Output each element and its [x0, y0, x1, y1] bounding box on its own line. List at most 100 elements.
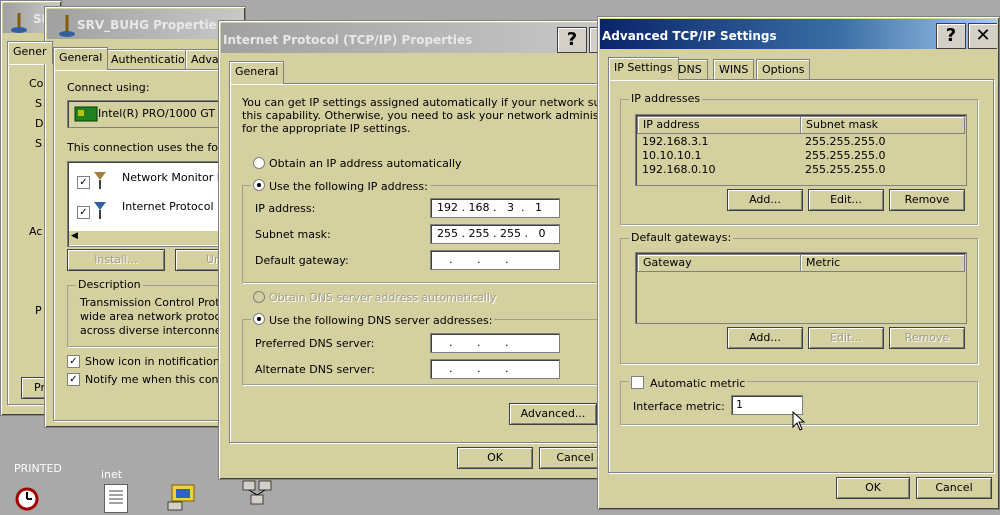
network-card-icon	[74, 106, 98, 122]
label-p: P	[35, 304, 42, 317]
table-row-ip[interactable]: 192.168.0.10	[642, 163, 715, 176]
use-following-ip-option[interactable]: Use the following IP address:	[251, 178, 430, 193]
automatic-metric-checkbox[interactable]	[631, 376, 644, 389]
document-icon[interactable]	[104, 484, 128, 513]
notify-checkbox[interactable]: ✓	[67, 373, 80, 386]
group-label-activity: Ac	[29, 225, 43, 238]
obtain-ip-auto-radio[interactable]	[253, 157, 265, 169]
clock-icon[interactable]	[14, 486, 40, 511]
gw-add-button-label: Add...	[749, 331, 781, 344]
network-connection-icon	[57, 13, 77, 37]
protocol-icon	[92, 170, 108, 190]
column-header-label: Gateway	[643, 256, 692, 269]
ip-add-button-label: Add...	[749, 193, 781, 206]
close-button[interactable]: ✕	[968, 23, 997, 49]
desktop-icon-label-inet: inet	[101, 468, 123, 481]
default-gateway-label: Default gateway:	[255, 254, 349, 267]
use-following-dns-label: Use the following DNS server addresses:	[269, 314, 493, 327]
table-row-mask[interactable]: 255.255.255.0	[805, 149, 885, 162]
subnet-mask-label: Subnet mask:	[255, 228, 331, 241]
tab-options-label: Options	[762, 63, 805, 76]
use-following-dns-radio[interactable]	[253, 313, 265, 325]
column-header-subnet-mask[interactable]: Subnet mask	[800, 116, 965, 134]
component-checkbox[interactable]: ✓	[77, 206, 90, 219]
automatic-metric-option[interactable]: Automatic metric	[629, 374, 748, 390]
cancel-button-label: Cancel	[556, 451, 594, 464]
component-checkbox[interactable]: ✓	[77, 176, 90, 189]
window-title: SRV_BUHG Properties	[77, 18, 224, 32]
help-button[interactable]: ?	[557, 27, 587, 53]
advanced-tcpip-settings-window: Advanced TCP/IP Settings ? ✕ IP Settings…	[597, 16, 1000, 510]
tab-wins[interactable]: WINS	[713, 59, 755, 80]
column-header-label: IP address	[643, 118, 700, 131]
cancel-button-label: Cancel	[935, 481, 973, 494]
table-row-ip[interactable]: 10.10.10.1	[642, 149, 701, 162]
preferred-dns-field[interactable]: . . .	[430, 333, 560, 353]
ok-button[interactable]: OK	[836, 477, 910, 499]
tcpip-properties-window: Internet Protocol (TCP/IP) Properties ? …	[218, 20, 636, 480]
subnet-mask-field[interactable]: 255 . 255 . 255 . 0	[430, 224, 560, 244]
default-gateways-list[interactable]: Gateway Metric	[635, 252, 967, 324]
table-row-mask[interactable]: 255.255.255.0	[805, 135, 885, 148]
network-computers-icon[interactable]	[240, 478, 274, 511]
table-row-mask[interactable]: 255.255.255.0	[805, 163, 885, 176]
column-header-ip-address[interactable]: IP address	[637, 116, 801, 134]
obtain-dns-auto-label[interactable]: Obtain DNS server address automatically	[269, 291, 496, 304]
show-icon-checkbox[interactable]: ✓	[67, 355, 80, 368]
ip-address-label: IP address:	[255, 202, 316, 215]
tab-ip-settings[interactable]: IP Settings	[608, 57, 679, 80]
ip-address-field[interactable]: 192 . 168 . 3 . 1	[430, 198, 560, 218]
title-bar[interactable]: Advanced TCP/IP Settings ? ✕	[600, 19, 997, 49]
ip-remove-button-label: Remove	[904, 193, 950, 206]
ip-remove-button[interactable]: Remove	[889, 189, 965, 211]
interface-metric-label: Interface metric:	[633, 400, 725, 413]
desktop: PRINTED inet SR Gener Co S D S Ac P Pr S…	[0, 0, 1000, 513]
advanced-button[interactable]: Advanced...	[509, 403, 597, 425]
default-gateway-value: . . .	[449, 253, 509, 266]
tab-general[interactable]: Gener	[7, 41, 53, 64]
tab-wins-label: WINS	[719, 63, 749, 76]
default-gateway-field[interactable]: . . .	[430, 250, 560, 270]
tab-general-label: Gener	[13, 45, 47, 58]
tab-general-label: General	[59, 51, 103, 64]
help-button[interactable]: ?	[936, 23, 966, 49]
table-row-ip[interactable]: 192.168.3.1	[642, 135, 708, 148]
alternate-dns-label: Alternate DNS server:	[255, 363, 375, 376]
use-following-dns-option[interactable]: Use the following DNS server addresses:	[251, 312, 495, 327]
column-header-metric[interactable]: Metric	[800, 254, 965, 272]
use-following-ip-radio[interactable]	[253, 179, 265, 191]
desktop-icon-label-printed: PRINTED	[14, 462, 62, 475]
use-following-ip-label: Use the following IP address:	[269, 180, 428, 193]
ok-button[interactable]: OK	[457, 447, 533, 469]
column-header-gateway[interactable]: Gateway	[637, 254, 801, 272]
gw-remove-button[interactable]: Remove	[889, 327, 965, 349]
ip-addresses-group-label: IP addresses	[629, 92, 703, 105]
ip-add-button[interactable]: Add...	[727, 189, 803, 211]
tab-authentication[interactable]: Authentication	[105, 49, 198, 70]
obtain-ip-auto-label[interactable]: Obtain an IP address automatically	[269, 157, 462, 170]
gw-edit-button[interactable]: Edit...	[808, 327, 884, 349]
obtain-dns-auto-radio[interactable]	[253, 291, 265, 303]
tab-general[interactable]: General	[53, 47, 109, 70]
scroll-left-icon[interactable]: ◀	[71, 231, 78, 241]
install-button[interactable]: Install...	[67, 249, 165, 271]
tab-ip-settings-label: IP Settings	[614, 61, 673, 74]
label-d: D	[35, 117, 44, 130]
network-folder-icon[interactable]	[166, 482, 198, 511]
column-header-label: Subnet mask	[806, 118, 879, 131]
tab-options[interactable]: Options	[756, 59, 811, 80]
tab-general[interactable]: General	[229, 61, 285, 84]
mouse-cursor-icon	[792, 410, 806, 433]
alternate-dns-field[interactable]: . . .	[430, 359, 560, 379]
cancel-button[interactable]: Cancel	[916, 477, 992, 499]
automatic-metric-label: Automatic metric	[650, 377, 746, 390]
ip-edit-button[interactable]: Edit...	[808, 189, 884, 211]
advanced-button-label: Advanced...	[520, 407, 586, 420]
ip-addresses-list[interactable]: IP address Subnet mask 192.168.3.1 255.2…	[635, 114, 967, 186]
title-bar[interactable]: Internet Protocol (TCP/IP) Properties ? …	[221, 23, 607, 53]
gw-remove-button-label: Remove	[904, 331, 950, 344]
description-title: Description	[76, 278, 143, 291]
gw-add-button[interactable]: Add...	[727, 327, 803, 349]
protocol-icon	[92, 200, 108, 220]
window-title: Internet Protocol (TCP/IP) Properties	[223, 33, 473, 47]
